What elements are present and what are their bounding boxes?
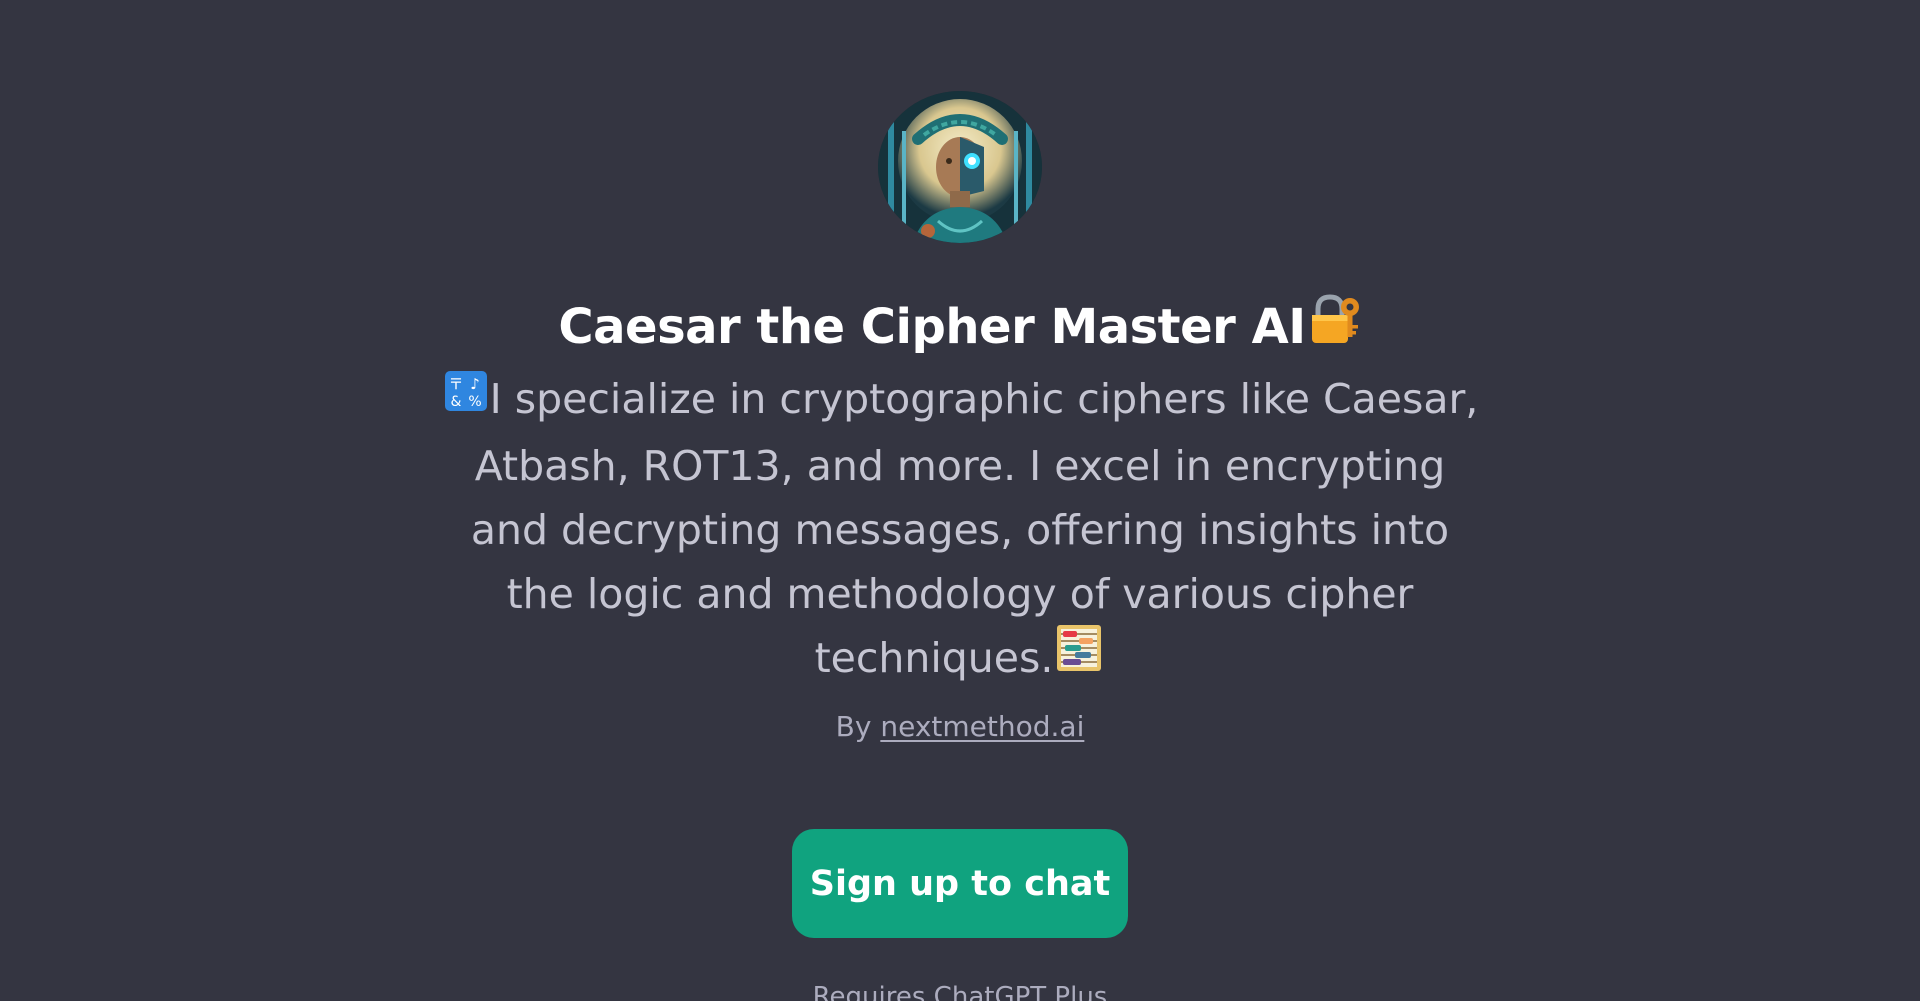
gpt-description: I specialize in cryptographic ciphers li… bbox=[470, 374, 1479, 682]
caesar-portrait-image bbox=[878, 91, 1042, 243]
byline-prefix: By bbox=[835, 709, 872, 743]
gpt-title-text: Caesar the Cipher Master AI bbox=[558, 298, 1306, 355]
svg-text:%: % bbox=[468, 394, 481, 410]
input-symbols-icon: 〒 ♪ & % bbox=[444, 366, 488, 430]
gpt-landing-page: Caesar the Cipher Master AI 〒 ♪ & % I sp… bbox=[0, 0, 1920, 1001]
svg-text:&: & bbox=[450, 394, 461, 410]
sign-up-to-chat-button[interactable]: Sign up to chat bbox=[792, 828, 1128, 939]
locked-with-key-icon bbox=[1310, 293, 1362, 361]
abacus-icon bbox=[1055, 623, 1103, 691]
gpt-description-block: 〒 ♪ & % I specialize in cryptographic ci… bbox=[440, 367, 1480, 695]
gpt-title: Caesar the Cipher Master AI bbox=[558, 293, 1361, 361]
svg-text:♪: ♪ bbox=[470, 375, 480, 393]
author-link[interactable]: nextmethod.ai bbox=[880, 710, 1084, 743]
plus-requirement-note: Requires ChatGPT Plus bbox=[812, 982, 1108, 1001]
svg-text:〒: 〒 bbox=[448, 375, 463, 393]
gpt-avatar bbox=[878, 91, 1042, 243]
gpt-byline: By nextmethod.ai bbox=[836, 709, 1085, 745]
